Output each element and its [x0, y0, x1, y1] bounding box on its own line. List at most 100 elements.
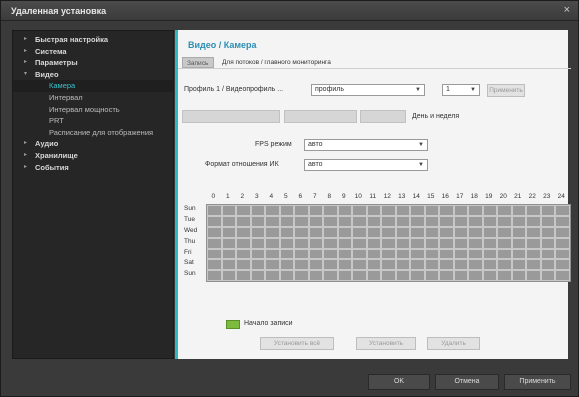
apply-profile-button[interactable]: Применить [487, 84, 525, 97]
schedule-cell[interactable] [221, 215, 236, 227]
profile-select[interactable]: профиль ▼ [311, 84, 425, 96]
schedule-cell[interactable] [366, 226, 381, 238]
schedule-cell[interactable] [410, 248, 425, 260]
schedule-cell[interactable] [207, 248, 222, 260]
schedule-cell[interactable] [337, 248, 352, 260]
schedule-cell[interactable] [497, 205, 512, 216]
schedule-cell[interactable] [337, 226, 352, 238]
schedule-cell[interactable] [352, 270, 367, 282]
schedule-cell[interactable] [381, 248, 396, 260]
schedule-cell[interactable] [323, 215, 338, 227]
schedule-cell[interactable] [395, 237, 410, 249]
schedule-cell[interactable] [221, 270, 236, 282]
schedule-cell[interactable] [439, 237, 454, 249]
schedule-cell[interactable] [279, 248, 294, 260]
expand-arrow-icon[interactable]: ▸ [24, 150, 27, 162]
schedule-cell[interactable] [439, 259, 454, 271]
bitrate-select[interactable]: авто ▼ [304, 159, 428, 171]
schedule-cell[interactable] [366, 215, 381, 227]
sidebar-item[interactable]: ▸ События [13, 162, 173, 174]
schedule-cell[interactable] [555, 270, 570, 282]
schedule-cell[interactable] [511, 259, 526, 271]
schedule-cell[interactable] [511, 205, 526, 216]
cancel-button[interactable]: Отмена [435, 374, 499, 390]
schedule-cell[interactable] [395, 259, 410, 271]
schedule-cell[interactable] [540, 226, 555, 238]
schedule-cell[interactable] [526, 226, 541, 238]
schedule-cell[interactable] [236, 205, 251, 216]
schedule-cell[interactable] [453, 248, 468, 260]
schedule-cell[interactable] [381, 237, 396, 249]
small-select[interactable]: 1 ▼ [442, 84, 480, 96]
schedule-cell[interactable] [221, 226, 236, 238]
schedule-cell[interactable] [236, 270, 251, 282]
schedule-cell[interactable] [381, 270, 396, 282]
schedule-cell[interactable] [250, 226, 265, 238]
schedule-cell[interactable] [323, 205, 338, 216]
schedule-grid[interactable] [206, 204, 571, 283]
schedule-cell[interactable] [540, 215, 555, 227]
expand-arrow-icon[interactable]: ▸ [24, 34, 27, 46]
schedule-cell[interactable] [352, 259, 367, 271]
schedule-cell[interactable] [468, 237, 483, 249]
schedule-cell[interactable] [410, 215, 425, 227]
schedule-cell[interactable] [540, 270, 555, 282]
schedule-cell[interactable] [526, 215, 541, 227]
schedule-cell[interactable] [279, 237, 294, 249]
schedule-cell[interactable] [497, 248, 512, 260]
schedule-cell[interactable] [236, 226, 251, 238]
schedule-cell[interactable] [265, 215, 280, 227]
sidebar-item[interactable]: ▸ Хранилище [13, 150, 173, 162]
schedule-cell[interactable] [265, 259, 280, 271]
schedule-cell[interactable] [439, 248, 454, 260]
tab-streams[interactable]: Для потоков / главного мониторинга [218, 57, 346, 68]
schedule-cell[interactable] [279, 259, 294, 271]
schedule-cell[interactable] [497, 215, 512, 227]
schedule-cell[interactable] [323, 226, 338, 238]
schedule-cell[interactable] [366, 270, 381, 282]
schedule-cell[interactable] [308, 259, 323, 271]
schedule-cell[interactable] [381, 215, 396, 227]
schedule-cell[interactable] [308, 248, 323, 260]
schedule-cell[interactable] [453, 259, 468, 271]
schedule-cell[interactable] [540, 259, 555, 271]
schedule-cell[interactable] [265, 226, 280, 238]
schedule-cell[interactable] [526, 248, 541, 260]
schedule-cell[interactable] [294, 270, 309, 282]
sidebar-item[interactable]: Интервал мощность [13, 104, 173, 116]
schedule-cell[interactable] [395, 215, 410, 227]
schedule-cell[interactable] [221, 237, 236, 249]
schedule-cell[interactable] [294, 259, 309, 271]
schedule-cell[interactable] [250, 205, 265, 216]
set-button[interactable]: Установить [356, 337, 416, 350]
slot-button-2[interactable] [284, 110, 357, 123]
schedule-cell[interactable] [207, 215, 222, 227]
tab-record[interactable]: Запись [182, 57, 214, 68]
schedule-cell[interactable] [294, 205, 309, 216]
schedule-cell[interactable] [410, 270, 425, 282]
schedule-cell[interactable] [424, 237, 439, 249]
sidebar-item[interactable]: ▸ Быстрая настройка [13, 34, 173, 46]
schedule-cell[interactable] [323, 270, 338, 282]
schedule-cell[interactable] [424, 270, 439, 282]
schedule-cell[interactable] [250, 248, 265, 260]
fps-select[interactable]: авто ▼ [304, 139, 428, 151]
schedule-cell[interactable] [207, 237, 222, 249]
schedule-cell[interactable] [236, 248, 251, 260]
sidebar-item[interactable]: ▸ Система [13, 46, 173, 58]
schedule-cell[interactable] [540, 237, 555, 249]
schedule-cell[interactable] [236, 215, 251, 227]
schedule-cell[interactable] [221, 259, 236, 271]
schedule-cell[interactable] [497, 226, 512, 238]
schedule-cell[interactable] [439, 226, 454, 238]
schedule-cell[interactable] [482, 270, 497, 282]
schedule-cell[interactable] [555, 248, 570, 260]
schedule-cell[interactable] [352, 248, 367, 260]
schedule-cell[interactable] [482, 248, 497, 260]
schedule-cell[interactable] [540, 205, 555, 216]
schedule-cell[interactable] [265, 205, 280, 216]
schedule-cell[interactable] [337, 270, 352, 282]
schedule-cell[interactable] [265, 237, 280, 249]
schedule-cell[interactable] [526, 205, 541, 216]
schedule-cell[interactable] [555, 237, 570, 249]
